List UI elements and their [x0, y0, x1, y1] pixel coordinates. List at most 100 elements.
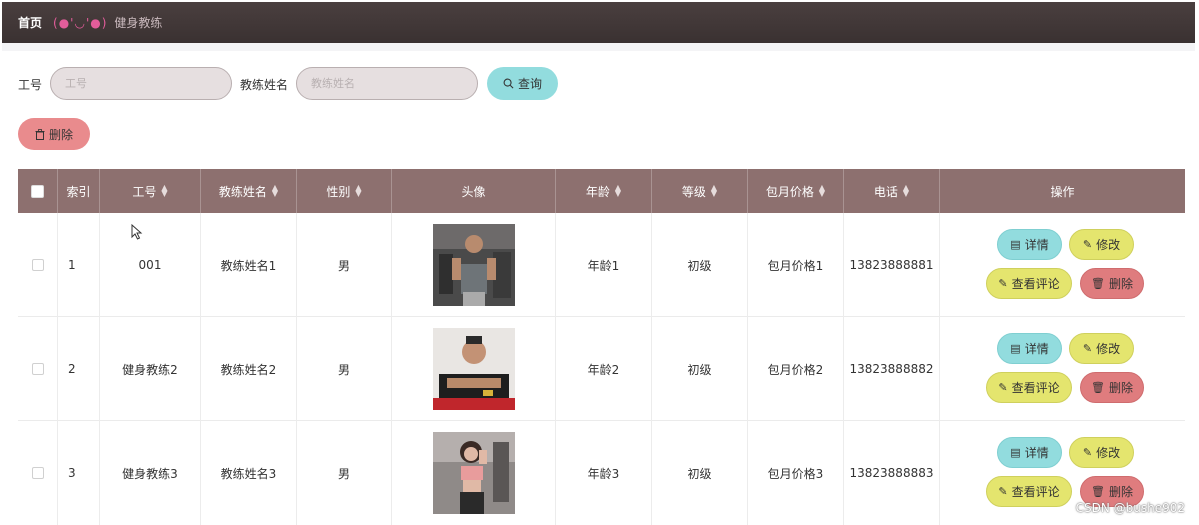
detail-button[interactable]: ▤ 详情 [997, 437, 1062, 468]
sort-icon[interactable]: ▲ ▼ [272, 184, 278, 198]
cell-index: 3 [58, 421, 100, 525]
header-id[interactable]: 工号 ▲ ▼ [100, 169, 201, 213]
select-all-checkbox[interactable] [31, 184, 44, 198]
row-checkbox[interactable] [31, 467, 44, 479]
search-icon [503, 78, 514, 89]
document-icon: ▤ [1010, 238, 1021, 251]
search-button[interactable]: 查询 [487, 67, 558, 100]
header-phone[interactable]: 电话 ▲ ▼ [844, 169, 940, 213]
edit-icon: ✎ [998, 277, 1008, 290]
table-row: 2 健身教练2 教练姓名2 男 年龄2 初级 包月价格2 13823888882… [18, 317, 1185, 421]
header-gender[interactable]: 性别 ▲ ▼ [297, 169, 392, 213]
header-price[interactable]: 包月价格 ▲ ▼ [748, 169, 844, 213]
sort-icon[interactable]: ▲ ▼ [819, 184, 825, 198]
document-icon: ▤ [1010, 342, 1021, 355]
header-index-label: 索引 [66, 184, 91, 199]
breadcrumb-current: 健身教练 [114, 16, 163, 30]
delete-button[interactable]: 🗑 删除 [1080, 268, 1144, 299]
delete-label: 删除 [1108, 485, 1133, 499]
sort-icon[interactable]: ▲ ▼ [711, 184, 717, 198]
cell-price: 包月价格3 [748, 421, 844, 525]
cell-gender: 男 [297, 213, 392, 317]
cell-phone: 13823888883 [844, 421, 940, 525]
detail-button[interactable]: ▤ 详情 [997, 333, 1062, 364]
header-level[interactable]: 等级 ▲ ▼ [652, 169, 748, 213]
view-comments-label: 查看评论 [1011, 485, 1060, 499]
cell-level: 初级 [652, 317, 748, 421]
row-select[interactable] [18, 421, 58, 525]
detail-label: 详情 [1024, 446, 1049, 460]
cell-price: 包月价格1 [748, 213, 844, 317]
id-search-input[interactable] [50, 67, 232, 100]
cell-avatar [392, 317, 556, 421]
cell-level: 初级 [652, 421, 748, 525]
trash-icon: 🗑 [1091, 485, 1105, 498]
header-gender-label: 性别 [326, 184, 351, 199]
edit-icon: ✎ [1082, 238, 1093, 251]
view-comments-button[interactable]: ✎ 查看评论 [986, 476, 1072, 507]
breadcrumb: 首页 (●'◡'●) 健身教练 [2, 2, 1195, 43]
header-select-all[interactable] [18, 169, 58, 213]
row-select[interactable] [18, 317, 58, 421]
header-id-label: 工号 [132, 184, 157, 199]
row-actions: ▤ 详情 ✎ 修改 ✎ 查看评论 🗑 删除 [940, 213, 1185, 317]
header-index: 索引 [58, 169, 100, 213]
document-icon: ▤ [1010, 446, 1021, 459]
cell-actions: ▤ 详情 ✎ 修改 ✎ 查看评论 🗑 删除 [940, 213, 1185, 317]
cell-avatar [392, 421, 556, 525]
row-actions: ▤ 详情 ✎ 修改 ✎ 查看评论 🗑 删除 [940, 317, 1185, 421]
view-comments-button[interactable]: ✎ 查看评论 [986, 372, 1072, 403]
edit-icon: ✎ [1082, 446, 1093, 459]
header-shadow [2, 43, 1195, 51]
cell-phone: 13823888881 [844, 213, 940, 317]
row-select[interactable] [18, 213, 58, 317]
sort-icon[interactable]: ▲ ▼ [355, 184, 361, 198]
detail-label: 详情 [1024, 238, 1049, 252]
cell-avatar [392, 213, 556, 317]
header-avatar: 头像 [392, 169, 556, 213]
row-checkbox[interactable] [31, 259, 44, 271]
table-row: 1 001 教练姓名1 男 年龄1 初级 包月价格1 13823888881 ▤… [18, 213, 1185, 317]
view-comments-button[interactable]: ✎ 查看评论 [986, 268, 1072, 299]
mouse-cursor-icon [131, 224, 143, 240]
name-search-input[interactable] [296, 67, 478, 100]
edit-button[interactable]: ✎ 修改 [1069, 229, 1134, 260]
detail-button[interactable]: ▤ 详情 [997, 229, 1062, 260]
header-price-label: 包月价格 [765, 184, 814, 199]
coach-table: 索引 工号 ▲ ▼ 教练姓名 ▲ ▼ 性别 ▲ ▼ 头像 年龄 ▲ ▼ 等级 ▲ ▼ 包月价格 ▲ ▼ … [18, 169, 1185, 525]
row-checkbox[interactable] [31, 363, 44, 375]
breadcrumb-home[interactable]: 首页 [18, 14, 42, 31]
bulk-delete-label: 删除 [48, 127, 73, 142]
detail-label: 详情 [1024, 342, 1049, 356]
name-search-label: 教练姓名 [240, 78, 289, 92]
cell-id: 健身教练3 [100, 421, 201, 525]
edit-button[interactable]: ✎ 修改 [1069, 333, 1134, 364]
id-search-label: 工号 [18, 78, 43, 92]
sort-icon[interactable]: ▲ ▼ [903, 184, 909, 198]
cell-gender: 男 [297, 421, 392, 525]
cell-age: 年龄3 [556, 421, 652, 525]
edit-button[interactable]: ✎ 修改 [1069, 437, 1134, 468]
delete-button[interactable]: 🗑 删除 [1080, 372, 1144, 403]
sort-icon[interactable]: ▲ ▼ [161, 184, 167, 198]
trash-icon [35, 128, 45, 140]
cell-index: 2 [58, 317, 100, 421]
cell-level: 初级 [652, 213, 748, 317]
header-avatar-label: 头像 [461, 184, 486, 199]
cell-age: 年龄2 [556, 317, 652, 421]
header-name[interactable]: 教练姓名 ▲ ▼ [201, 169, 297, 213]
watermark: CSDN @bushe902 [1075, 501, 1185, 515]
cell-index: 1 [58, 213, 100, 317]
header-age-label: 年龄 [585, 184, 610, 199]
bulk-delete-button[interactable]: 删除 [18, 118, 90, 150]
avatar[interactable] [432, 432, 515, 514]
delete-label: 删除 [1108, 277, 1133, 291]
avatar[interactable] [432, 224, 515, 306]
cell-id: 001 [100, 213, 201, 317]
header-name-label: 教练姓名 [218, 184, 267, 199]
cell-name: 教练姓名3 [201, 421, 297, 525]
header-age[interactable]: 年龄 ▲ ▼ [556, 169, 652, 213]
header-actions-label: 操作 [1050, 184, 1075, 199]
avatar[interactable] [432, 328, 515, 410]
sort-icon[interactable]: ▲ ▼ [615, 184, 621, 198]
